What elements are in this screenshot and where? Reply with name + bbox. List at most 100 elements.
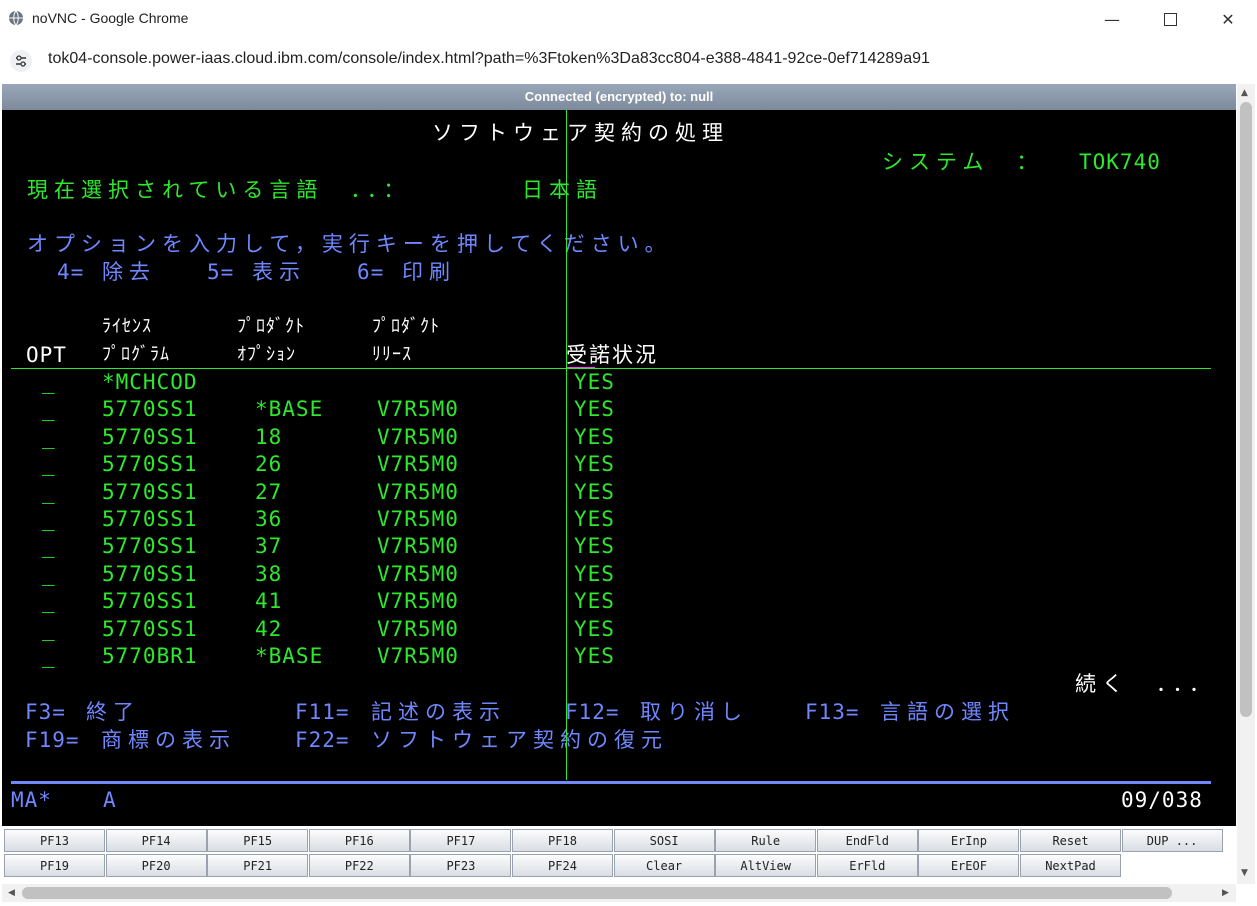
row-status: YES [574, 616, 615, 641]
row-release: V7R5M0 [377, 507, 459, 531]
row-opt-field[interactable]: _ [42, 370, 56, 394]
fkey-f11-label: 記述の表示 [371, 700, 506, 724]
keypad-button[interactable]: PF17 [410, 829, 512, 852]
keypad-button[interactable]: PF14 [105, 829, 207, 852]
fkey-f22[interactable]: F22= [295, 728, 350, 752]
row-option: 41 [255, 589, 283, 614]
row-release: V7R5M0 [377, 561, 459, 586]
row-release: V7R5M0 [377, 452, 459, 477]
fkey-f12[interactable]: F12= [565, 700, 620, 724]
row-option: *BASE [255, 397, 324, 422]
row-opt-field[interactable]: _ [42, 562, 56, 586]
keypad-button[interactable]: SOSI [613, 829, 715, 852]
keypad-button[interactable]: PF19 [4, 854, 105, 877]
keypad-button[interactable]: PF15 [207, 829, 309, 852]
close-button[interactable]: ✕ [1199, 0, 1257, 38]
row-program: 5770SS1 [102, 397, 198, 422]
keypad-button[interactable]: PF24 [512, 854, 613, 877]
option-label: 表示 [252, 260, 306, 284]
row-option: 18 [255, 424, 283, 449]
row-status: YES [574, 479, 615, 504]
row-release: V7R5M0 [377, 424, 459, 449]
option-label: 印刷 [402, 260, 456, 284]
fkey-f22-label: ソフトウェア契約の復元 [371, 728, 668, 752]
keypad-button[interactable]: PF23 [410, 854, 512, 877]
window-title: noVNC - Google Chrome [32, 10, 189, 26]
instruction-text: オプションを入力して，実行キーを押してください。 [27, 232, 672, 256]
minimize-icon: — [1104, 9, 1120, 29]
keypad-button[interactable]: Reset [1020, 829, 1121, 852]
row-opt-field[interactable]: _ [42, 425, 56, 449]
row-opt-field[interactable]: _ [42, 480, 56, 504]
row-opt-field[interactable]: _ [42, 589, 56, 613]
row-program: *MCHCOD [102, 370, 198, 394]
maximize-button[interactable] [1141, 0, 1199, 38]
row-option: 42 [255, 616, 283, 641]
fkey-f19-label: 商標の表示 [101, 728, 236, 752]
fkey-f3[interactable]: F3= [25, 700, 66, 724]
header-license-line2: ﾌﾟﾛｸﾞﾗﾑ [102, 344, 170, 365]
row-release: V7R5M0 [377, 534, 459, 559]
row-opt-field[interactable]: _ [42, 397, 56, 421]
keypad-button[interactable]: Rule [715, 829, 817, 852]
minimize-button[interactable]: — [1083, 0, 1141, 38]
scroll-left-icon[interactable]: ◀ [8, 888, 15, 898]
close-icon: ✕ [1221, 9, 1235, 29]
header-release-line2: ﾘﾘｰｽ [372, 344, 412, 365]
row-opt-field[interactable]: _ [42, 452, 56, 476]
keypad-button[interactable]: Clear [613, 854, 715, 877]
fkey-f13[interactable]: F13= [805, 700, 860, 724]
vnc-status-bar: Connected (encrypted) to: null [2, 84, 1236, 110]
ruler-vertical-line [566, 110, 567, 780]
keypad-button[interactable]: ErInp [918, 829, 1020, 852]
row-status: YES [574, 452, 615, 477]
scroll-down-icon[interactable]: ▼ [1241, 868, 1248, 878]
row-program: 5770SS1 [102, 479, 198, 504]
horizontal-scroll-thumb[interactable] [22, 887, 1172, 899]
fkey-f12-label: 取り消し [640, 700, 748, 724]
status-session: A [103, 788, 117, 812]
keypad-button[interactable]: EndFld [816, 829, 918, 852]
keypad-button[interactable]: PF20 [105, 854, 207, 877]
row-opt-field[interactable]: _ [42, 644, 56, 668]
row-option: 37 [255, 534, 283, 559]
header-release-line1: ﾌﾟﾛﾀﾞｸﾄ [372, 316, 440, 337]
site-info-button[interactable] [10, 50, 32, 72]
row-opt-field[interactable]: _ [42, 507, 56, 531]
keypad-button[interactable]: PF18 [512, 829, 613, 852]
row-release: V7R5M0 [377, 644, 459, 668]
keypad-button[interactable]: ErEOF [918, 854, 1020, 877]
language-label: 現在選択されている言語 ．．： [27, 178, 411, 202]
option-key: 4= [57, 260, 85, 284]
window-titlebar: noVNC - Google Chrome — ✕ [0, 0, 1257, 38]
url-field[interactable]: tok04-console.power-iaas.cloud.ibm.com/c… [48, 50, 930, 68]
vertical-scroll-thumb[interactable] [1240, 102, 1252, 717]
keypad-button[interactable]: ErFld [816, 854, 918, 877]
fkey-f11[interactable]: F11= [295, 700, 350, 724]
keypad-button[interactable]: PF13 [4, 829, 105, 852]
status-separator [11, 781, 1211, 784]
keypad-button[interactable]: NextPad [1020, 854, 1121, 877]
globe-icon [9, 10, 23, 26]
row-option: 26 [255, 452, 283, 477]
row-opt-field[interactable]: _ [42, 534, 56, 558]
keypad-button[interactable]: PF22 [308, 854, 410, 877]
option-key: 5= [207, 260, 235, 284]
keypad-button[interactable]: DUP ... [1121, 829, 1223, 852]
system-value: TOK740 [1079, 150, 1161, 174]
keypad-button[interactable]: PF21 [207, 854, 309, 877]
function-keypad: PF13 PF14 PF15 PF16 PF17 PF18 SOSI Rule EndFld Er… [2, 826, 1236, 882]
keypad-button[interactable]: PF16 [308, 829, 410, 852]
keypad-button[interactable]: AltView [715, 854, 817, 877]
header-option-line1: ﾌﾟﾛﾀﾞｸﾄ [237, 316, 305, 337]
row-opt-field[interactable]: _ [42, 617, 56, 641]
terminal-screen[interactable]: ソフトウェア契約の処理 システム ： TOK740 現在選択されている言語 ．．… [2, 110, 1236, 826]
row-status: YES [574, 397, 615, 422]
row-option: 38 [255, 561, 283, 586]
option-key: 6= [357, 260, 385, 284]
header-separator [11, 368, 1211, 369]
fkey-f19[interactable]: F19= [25, 728, 80, 752]
scroll-up-icon[interactable]: ▲ [1241, 88, 1248, 98]
scroll-right-icon[interactable]: ▶ [1222, 888, 1229, 898]
language-value: 日本語 [522, 178, 603, 202]
